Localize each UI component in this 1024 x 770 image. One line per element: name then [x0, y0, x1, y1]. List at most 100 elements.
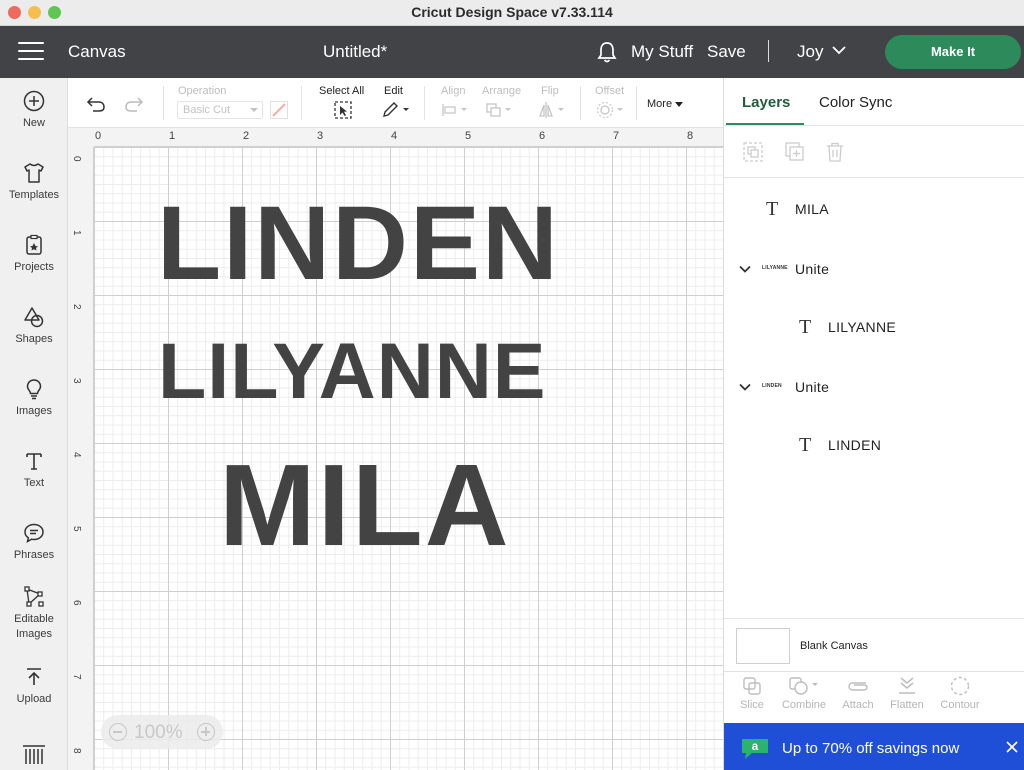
tab-color-sync[interactable]: Color Sync	[819, 94, 892, 111]
lightbulb-icon	[26, 379, 42, 400]
layer-name: Unite	[795, 379, 830, 395]
flatten-button[interactable]: Flatten	[877, 676, 937, 711]
zoom-out-button[interactable]	[109, 723, 127, 741]
offset-label: Offset	[595, 85, 625, 97]
canvas-color-swatch[interactable]	[736, 628, 790, 664]
group-icon[interactable]	[742, 141, 764, 163]
ruler-number: 8	[71, 748, 82, 754]
plus-circle-icon	[23, 90, 45, 112]
linetype-color-swatch[interactable]	[270, 101, 288, 119]
bell-icon[interactable]	[596, 40, 618, 64]
edit-toolbar: Operation Basic Cut Select All Edit Alig…	[68, 78, 723, 128]
duplicate-icon[interactable]	[784, 141, 806, 163]
layer-thumbnail: LILYANNE	[762, 265, 788, 271]
text-layer-icon: T	[799, 434, 812, 456]
contour-icon	[950, 676, 970, 696]
layer-row-linden[interactable]: T LINDEN	[724, 425, 1024, 465]
zoom-level: 100%	[134, 722, 183, 743]
chevron-down-icon[interactable]	[832, 45, 846, 55]
slice-icon	[743, 677, 761, 695]
promo-logo: a	[742, 739, 768, 759]
header-separator	[768, 40, 769, 62]
make-it-button[interactable]: Make It	[885, 35, 1021, 69]
promo-banner[interactable]: a Up to 70% off savings now	[724, 723, 1024, 770]
undo-icon[interactable]	[86, 96, 106, 112]
ruler-number: 7	[71, 674, 82, 680]
sidebar-item-label-line1: Editable	[14, 613, 54, 625]
save-button[interactable]: Save	[707, 42, 746, 62]
sidebar-item-phrases[interactable]: Phrases	[0, 522, 68, 586]
offset-icon[interactable]	[595, 101, 627, 119]
combine-label: Combine	[781, 699, 827, 711]
operation-select[interactable]: Basic Cut	[177, 101, 263, 119]
caret-down-icon	[675, 102, 683, 107]
align-icon[interactable]	[441, 102, 471, 118]
ruler-number: 6	[71, 600, 82, 606]
sidebar-item-new[interactable]: New	[0, 90, 68, 154]
layer-name: MILA	[795, 201, 829, 217]
section-title: Canvas	[68, 42, 126, 61]
document-title[interactable]: Untitled*	[323, 42, 387, 62]
layer-row-unite-linden[interactable]: LINDEN Unite	[724, 367, 1024, 407]
chevron-down-icon[interactable]	[739, 383, 751, 391]
layer-name: Unite	[795, 261, 830, 277]
ruler-number: 2	[243, 130, 250, 142]
arrange-label: Arrange	[482, 85, 522, 97]
ruler-number: 3	[71, 378, 82, 384]
flatten-label: Flatten	[890, 699, 924, 711]
combine-button[interactable]: Combine	[774, 676, 834, 711]
sidebar-item-templates[interactable]: Templates	[0, 162, 68, 226]
layer-row-unite-lilyanne[interactable]: LILYANNE Unite	[724, 249, 1024, 289]
shapes-icon	[24, 307, 44, 328]
sidebar-item-projects[interactable]: Projects	[0, 234, 68, 298]
canvas-text-linden[interactable]: LINDEN	[157, 191, 560, 296]
zoom-in-button[interactable]	[197, 723, 215, 741]
sidebar-item-label: Phrases	[13, 549, 55, 561]
toolbar-separator	[636, 86, 637, 120]
sidebar-item-text[interactable]: Text	[0, 450, 68, 514]
pencil-icon[interactable]	[381, 101, 411, 119]
sidebar-item-label: Editable Images	[0, 612, 68, 642]
redo-icon[interactable]	[124, 96, 144, 112]
toolbar-separator	[424, 86, 425, 120]
divider	[724, 177, 1024, 178]
sidebar-item-images[interactable]: Images	[0, 378, 68, 442]
chevron-down-icon[interactable]	[739, 265, 751, 273]
user-menu[interactable]: Joy	[797, 42, 823, 62]
text-layer-icon: T	[766, 198, 779, 220]
more-button[interactable]: More	[647, 98, 672, 110]
ruler-number: 3	[317, 130, 324, 142]
ruler-number: 5	[71, 526, 82, 532]
zoom-control: 100%	[101, 715, 223, 749]
layer-row-mila[interactable]: T MILA	[724, 189, 1024, 229]
title-bar: Cricut Design Space v7.33.114	[0, 0, 1024, 26]
hamburger-menu-icon[interactable]	[18, 42, 44, 62]
ruler-number: 2	[71, 304, 82, 310]
my-stuff-link[interactable]: My Stuff	[631, 42, 693, 62]
ruler-number: 5	[465, 130, 472, 142]
combine-icon	[789, 677, 818, 695]
sidebar-item-upload[interactable]: Upload	[0, 666, 68, 730]
slice-button[interactable]: Slice	[722, 676, 782, 711]
sidebar-item-label: Shapes	[15, 333, 53, 345]
tab-layers[interactable]: Layers	[742, 94, 790, 111]
close-icon[interactable]	[1006, 741, 1018, 753]
canvas-text-mila[interactable]: MILA	[219, 447, 511, 563]
contour-button[interactable]: Contour	[930, 676, 990, 711]
monogram-icon[interactable]	[21, 744, 47, 766]
select-all-icon[interactable]	[333, 100, 353, 120]
sidebar-item-shapes[interactable]: Shapes	[0, 306, 68, 370]
ruler-corner	[68, 128, 94, 147]
projects-icon	[26, 234, 42, 255]
flip-icon[interactable]	[538, 101, 568, 119]
trash-icon[interactable]	[824, 141, 846, 163]
ruler-number: 6	[539, 130, 546, 142]
caret-down-icon	[250, 108, 258, 112]
canvas-text-lilyanne[interactable]: LILYANNE	[158, 331, 547, 410]
flatten-icon	[899, 677, 915, 694]
sidebar-item-editable-images[interactable]: Editable Images	[0, 586, 68, 662]
arrange-icon[interactable]	[485, 102, 515, 118]
toolbar-separator	[301, 86, 302, 120]
blank-canvas-row[interactable]: Blank Canvas	[724, 618, 1024, 672]
layer-row-lilyanne[interactable]: T LILYANNE	[724, 307, 1024, 347]
